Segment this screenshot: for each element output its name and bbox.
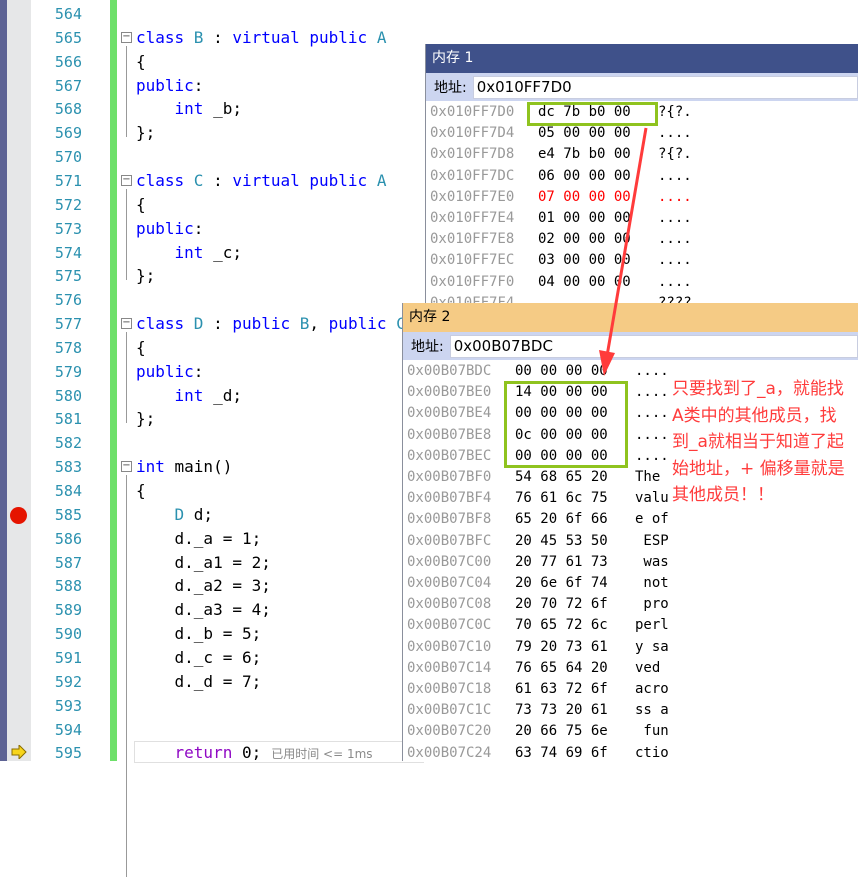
annotation-arrow-head bbox=[599, 350, 615, 376]
annotation-arrow-line bbox=[605, 127, 648, 357]
annotation-note: 只要找到了_a，就能找A类中的其他成员，找到_a就相当于知道了起始地址，+ 偏移… bbox=[672, 379, 845, 505]
